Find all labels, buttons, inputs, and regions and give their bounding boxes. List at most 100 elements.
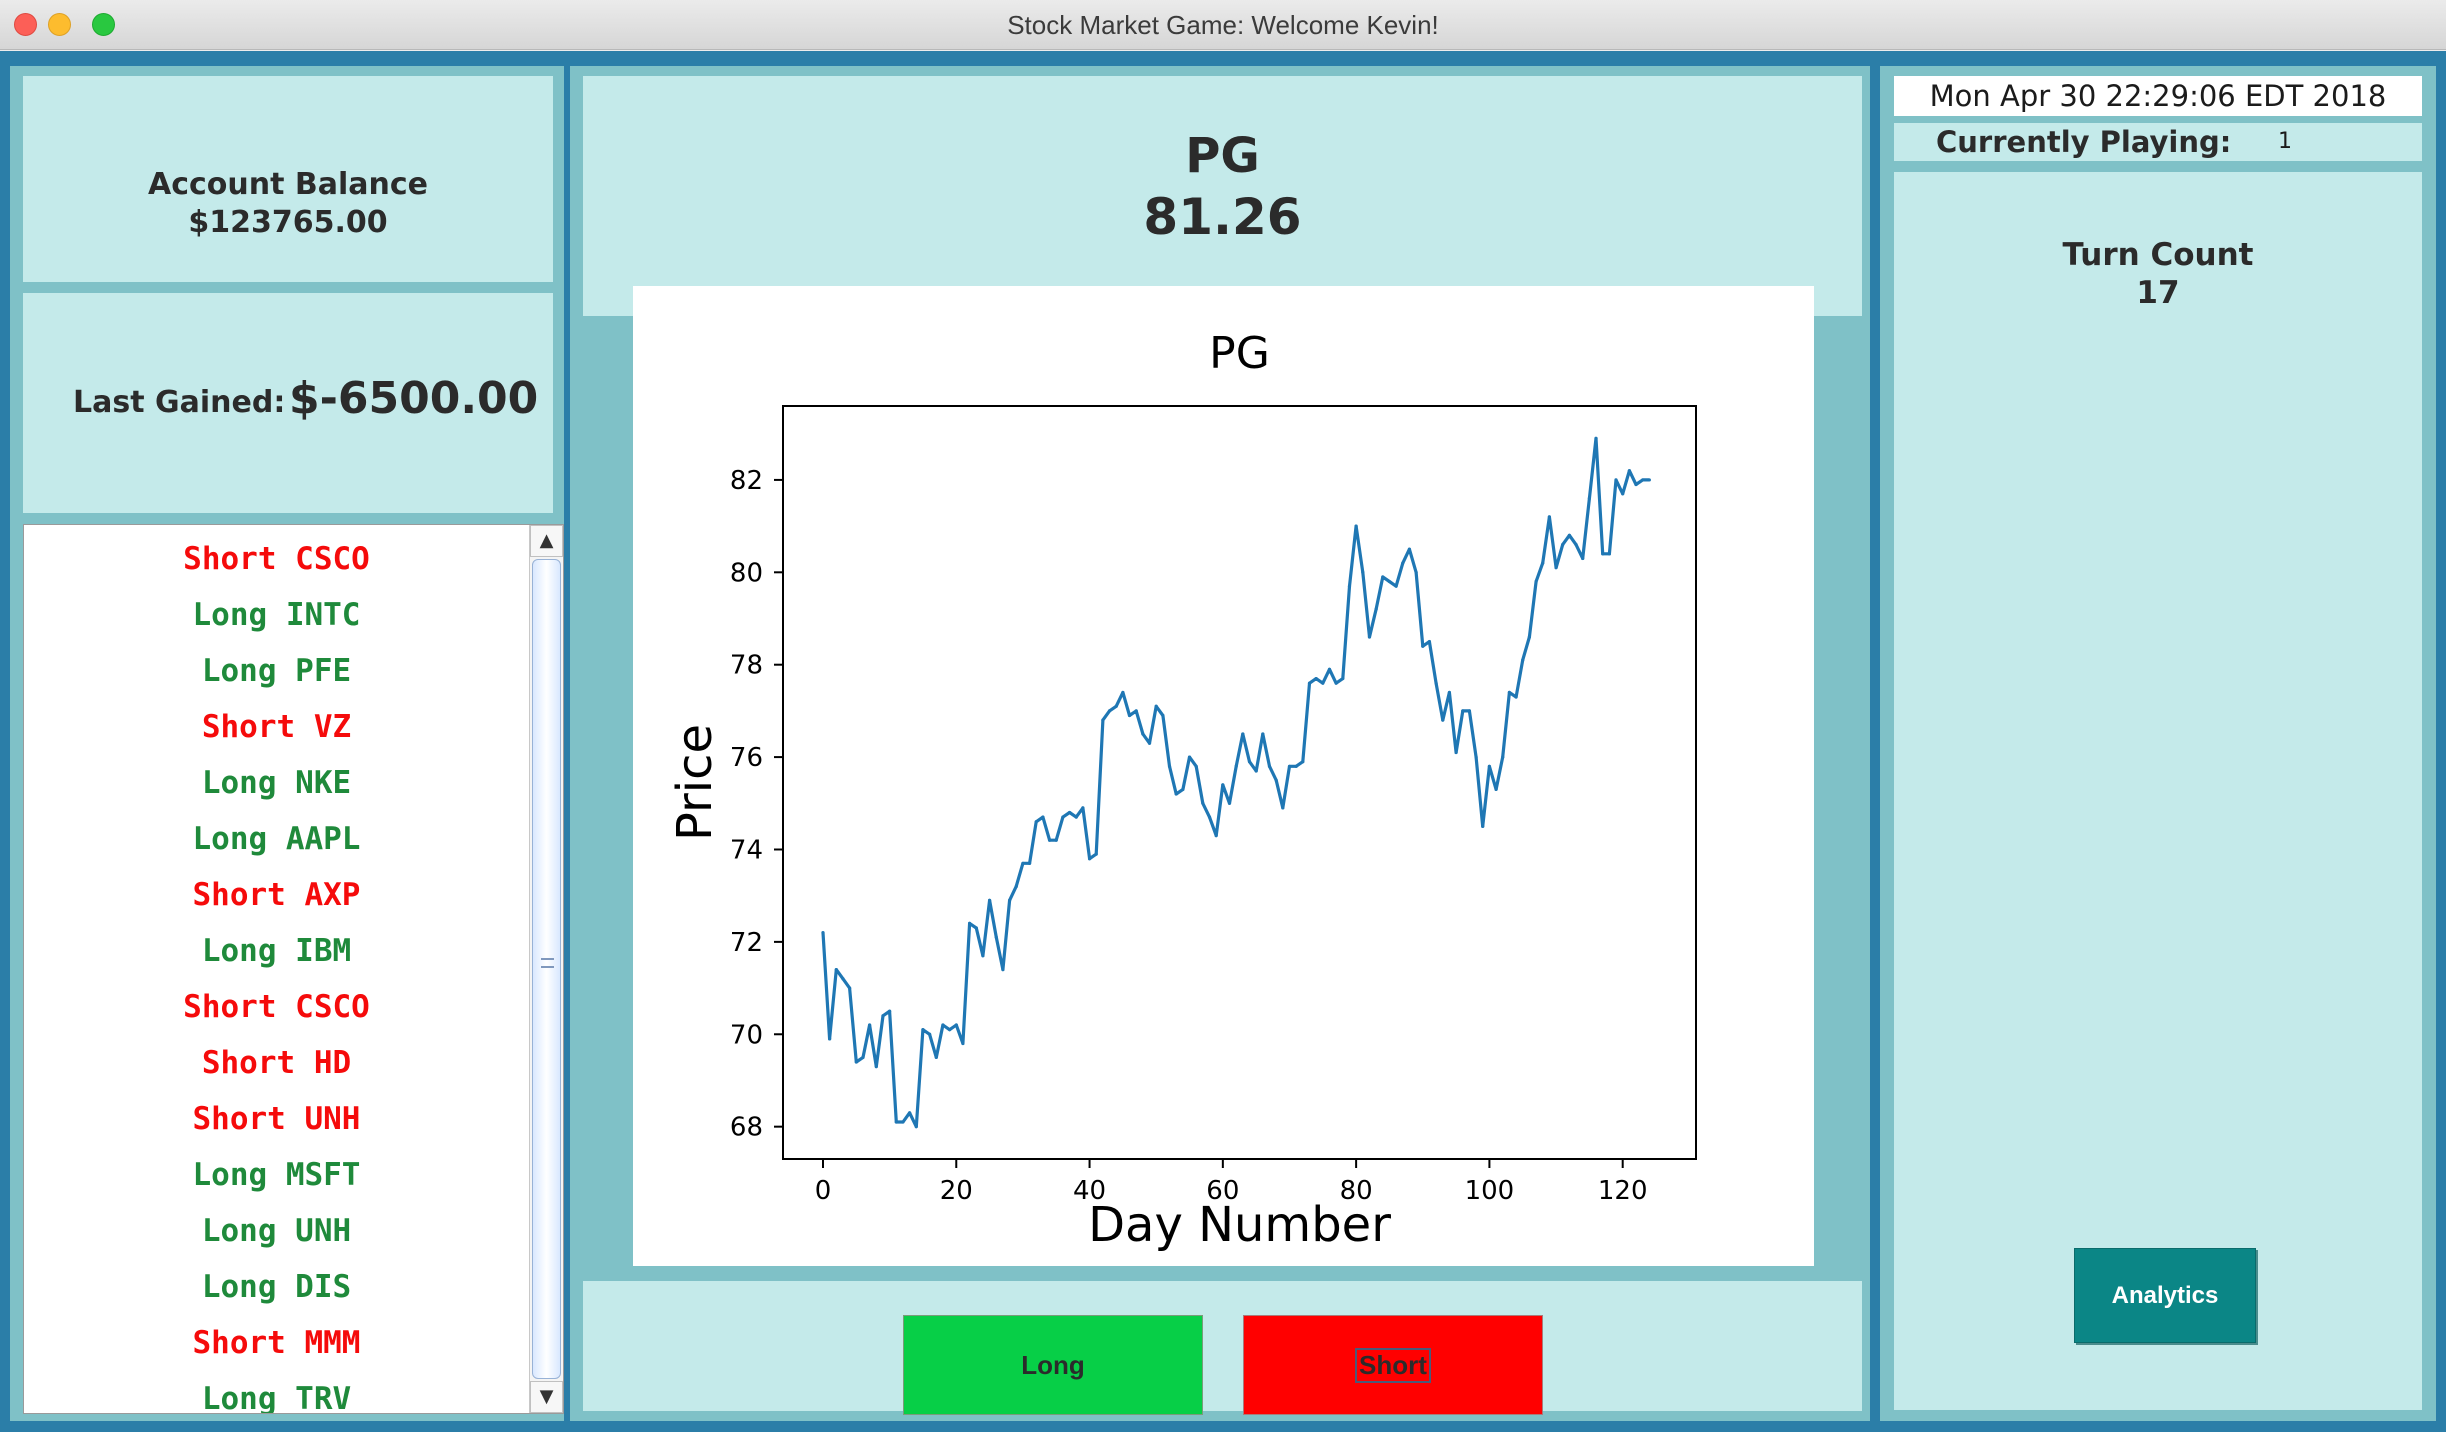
price-data-point (1281, 806, 1285, 810)
currently-playing-value: 1 (2278, 129, 2292, 154)
last-gained-panel: Last Gained: $-6500.00 (23, 293, 553, 513)
price-data-point (994, 935, 998, 939)
price-data-point (1161, 713, 1165, 718)
trade-list-item[interactable]: Short UNH (24, 1091, 529, 1147)
trade-list-item[interactable]: Long PFE (24, 643, 529, 699)
trade-list-item[interactable]: Short CSCO (24, 531, 529, 587)
trade-list-item[interactable]: Short MMM (24, 1315, 529, 1371)
y-tick-label: 68 (730, 1113, 763, 1143)
price-data-point (1507, 690, 1512, 695)
short-button[interactable]: Short (1243, 1315, 1543, 1415)
price-data-point (1641, 478, 1645, 482)
price-data-point (928, 1032, 932, 1036)
price-data-point (874, 1065, 878, 1069)
scroll-down-arrow-icon[interactable]: ▼ (530, 1381, 563, 1413)
y-tick-label: 82 (730, 466, 763, 496)
price-data-point (1121, 690, 1125, 695)
trade-history-list[interactable]: Short CSCO Long INTC Long PFE Short VZ Long … (23, 524, 564, 1414)
app-frame: Account Balance $123765.00 Last Gained: … (0, 51, 2446, 1432)
price-data-point (1607, 552, 1611, 556)
price-data-point (1087, 857, 1092, 861)
grip-icon (541, 958, 554, 968)
y-axis-label: Price (667, 724, 723, 841)
x-tick-label: 100 (1465, 1176, 1515, 1206)
y-tick-label: 72 (730, 928, 763, 958)
y-tick-label: 70 (730, 1020, 763, 1050)
price-data-point (1374, 607, 1378, 611)
price-data-point (1541, 561, 1545, 565)
price-data-point (1401, 561, 1405, 565)
price-data-point (1201, 801, 1205, 805)
turn-count-label: Turn Count (2062, 237, 2254, 273)
price-data-point (1027, 861, 1032, 865)
trade-list-item[interactable]: Long MSFT (24, 1147, 529, 1203)
trade-list-item[interactable]: Long UNH (24, 1203, 529, 1259)
price-data-point (1234, 764, 1238, 768)
price-data-point (1647, 478, 1651, 482)
price-data-point (1021, 861, 1025, 865)
trade-list-item[interactable]: Long INTC (24, 587, 529, 643)
price-data-point (834, 967, 838, 972)
price-data-point (1307, 681, 1312, 685)
price-data-point (1274, 778, 1278, 782)
price-data-point (1547, 515, 1551, 519)
price-data-point (1014, 884, 1018, 889)
analytics-button-label: Analytics (2111, 1281, 2219, 1309)
analytics-button[interactable]: Analytics (2074, 1248, 2256, 1343)
price-data-point (1474, 755, 1478, 759)
price-data-point (1394, 584, 1398, 588)
price-data-point (1581, 556, 1585, 561)
chart-title: PG (1209, 328, 1270, 379)
scroll-thumb[interactable] (532, 559, 561, 1379)
trade-list-item[interactable]: Short VZ (24, 699, 529, 755)
scroll-up-arrow-icon[interactable]: ▲ (530, 525, 563, 557)
trade-list-item[interactable]: Long AAPL (24, 811, 529, 867)
price-data-point (1561, 542, 1565, 547)
trade-list-item[interactable]: Short CSCO (24, 979, 529, 1035)
short-button-label: Short (1355, 1347, 1431, 1383)
price-data-point (1487, 764, 1492, 768)
price-data-point (1574, 542, 1578, 547)
price-data-point (1301, 760, 1305, 764)
account-balance-panel: Account Balance $123765.00 (23, 76, 553, 282)
price-data-point (1047, 838, 1052, 842)
price-data-point (961, 1041, 965, 1046)
trade-list-item[interactable]: Long DIS (24, 1259, 529, 1315)
trade-list-item[interactable]: Long TRV (24, 1371, 529, 1413)
price-chart-svg: PGDay NumberPrice0 20 40 60 80 100 12068707274… (667, 328, 1697, 1253)
price-data-point (1614, 478, 1618, 482)
price-data-point (1587, 496, 1591, 500)
price-data-point (1254, 769, 1258, 773)
price-data-point (1107, 709, 1112, 713)
price-chart: PG Day Number Price 0 20 40 60 80 100 120 68 70 72 74… (633, 286, 1814, 1266)
trade-list-scrollbar[interactable]: ▲ ▼ (529, 525, 563, 1413)
trade-list-item[interactable]: Long IBM (24, 923, 529, 979)
ticker-symbol: PG (1185, 128, 1260, 184)
price-data-point (1287, 764, 1292, 768)
price-data-point (1041, 815, 1045, 819)
trade-list-item[interactable]: Long NKE (24, 755, 529, 811)
title-bar: Stock Market Game: Welcome Kevin! (0, 0, 2446, 50)
price-data-point (901, 1120, 905, 1124)
price-data-point (1467, 709, 1472, 713)
price-data-point (1194, 764, 1198, 768)
long-button[interactable]: Long (903, 1315, 1203, 1415)
left-column: Account Balance $123765.00 Last Gained: … (10, 66, 564, 1421)
x-tick-label: 120 (1598, 1176, 1648, 1206)
price-data-point (1521, 658, 1525, 662)
last-gained-label: Last Gained: (73, 385, 286, 420)
price-data-point (954, 1023, 958, 1027)
trade-list-item[interactable]: Short AXP (24, 867, 529, 923)
trade-list-item[interactable]: Short HD (24, 1035, 529, 1091)
datetime-display: Mon Apr 30 22:29:06 EDT 2018 (1894, 76, 2422, 116)
price-data-point (987, 898, 992, 902)
price-data-point (1481, 824, 1485, 828)
x-tick-label: 20 (940, 1176, 973, 1206)
price-data-point (908, 1111, 912, 1115)
price-data-point (1501, 755, 1505, 759)
price-data-point (941, 1023, 945, 1027)
y-tick-label: 78 (730, 651, 763, 681)
price-data-point (1567, 533, 1571, 537)
y-tick-label: 74 (730, 835, 763, 865)
price-data-point (1327, 667, 1332, 671)
